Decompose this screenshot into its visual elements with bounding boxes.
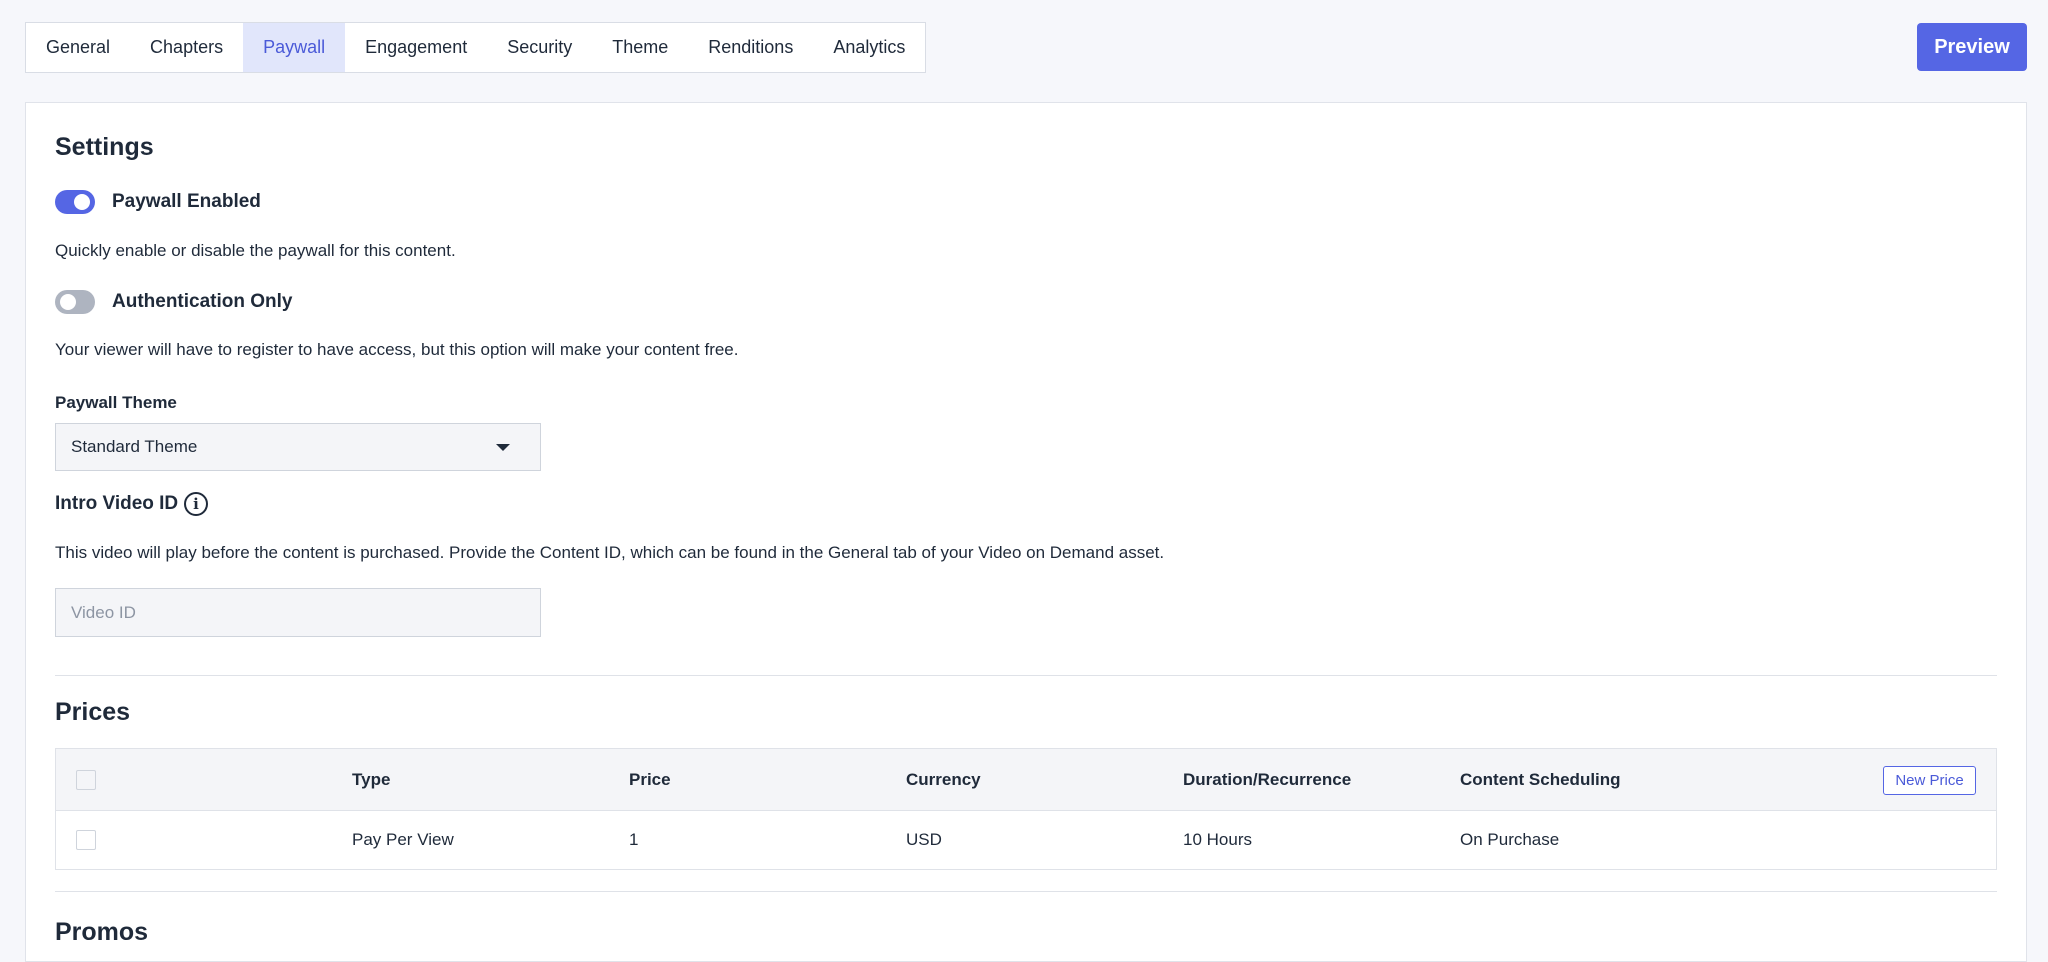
table-header: Type Price Currency Duration/Recurrence … [56, 749, 1996, 811]
cell-duration: 10 Hours [1183, 830, 1252, 849]
settings-heading: Settings [55, 133, 154, 161]
tab-theme[interactable]: Theme [592, 23, 688, 72]
column-header-currency: Currency [906, 769, 981, 789]
tab-renditions[interactable]: Renditions [688, 23, 813, 72]
tab-chapters[interactable]: Chapters [130, 23, 243, 72]
preview-button[interactable]: Preview [1917, 23, 2027, 71]
cell-currency: USD [906, 830, 942, 849]
section-divider [55, 891, 1997, 892]
video-id-input[interactable] [55, 588, 541, 637]
prices-table: Type Price Currency Duration/Recurrence … [55, 748, 1997, 870]
paywall-enabled-label: Paywall Enabled [112, 191, 261, 212]
paywall-enabled-description: Quickly enable or disable the paywall fo… [55, 241, 456, 260]
info-circle-icon[interactable]: i [184, 492, 208, 516]
column-header-duration: Duration/Recurrence [1183, 769, 1352, 789]
tab-bar: General Chapters Paywall Engagement Secu… [25, 22, 927, 73]
paywall-theme-select[interactable]: Standard Theme [55, 423, 541, 471]
prices-heading: Prices [55, 698, 131, 726]
row-checkbox[interactable] [76, 830, 96, 850]
toggle-knob [74, 194, 90, 210]
column-header-scheduling: Content Scheduling [1460, 769, 1621, 789]
new-price-button[interactable]: New Price [1883, 766, 1976, 795]
section-divider [55, 675, 1997, 676]
tab-general[interactable]: General [26, 23, 130, 72]
intro-video-description: This video will play before the content … [55, 543, 1165, 562]
tab-paywall[interactable]: Paywall [243, 23, 346, 72]
authentication-only-label: Authentication Only [112, 291, 293, 312]
paywall-enabled-toggle[interactable] [55, 190, 95, 214]
top-bar: General Chapters Paywall Engagement Secu… [0, 0, 2048, 100]
cell-type: Pay Per View [352, 830, 454, 849]
tab-analytics[interactable]: Analytics [813, 23, 925, 72]
column-header-price: Price [629, 769, 671, 789]
tab-engagement[interactable]: Engagement [345, 23, 487, 72]
column-header-type: Type [352, 769, 391, 789]
cell-scheduling: On Purchase [1460, 830, 1560, 849]
toggle-knob [60, 294, 76, 310]
tab-security[interactable]: Security [487, 23, 592, 72]
select-all-checkbox[interactable] [76, 769, 96, 790]
caret-down-icon [496, 444, 510, 451]
paywall-settings-panel: Settings Paywall Enabled Quickly enable … [25, 102, 2027, 962]
authentication-only-toggle[interactable] [55, 290, 95, 314]
paywall-theme-selected-value: Standard Theme [71, 437, 198, 456]
authentication-only-description: Your viewer will have to register to hav… [55, 340, 739, 359]
paywall-theme-label: Paywall Theme [55, 393, 177, 412]
cell-price: 1 [629, 830, 639, 849]
table-row[interactable]: Pay Per View 1 USD 10 Hours On Purchase [56, 811, 1996, 869]
intro-video-label: Intro Video ID [55, 493, 179, 514]
